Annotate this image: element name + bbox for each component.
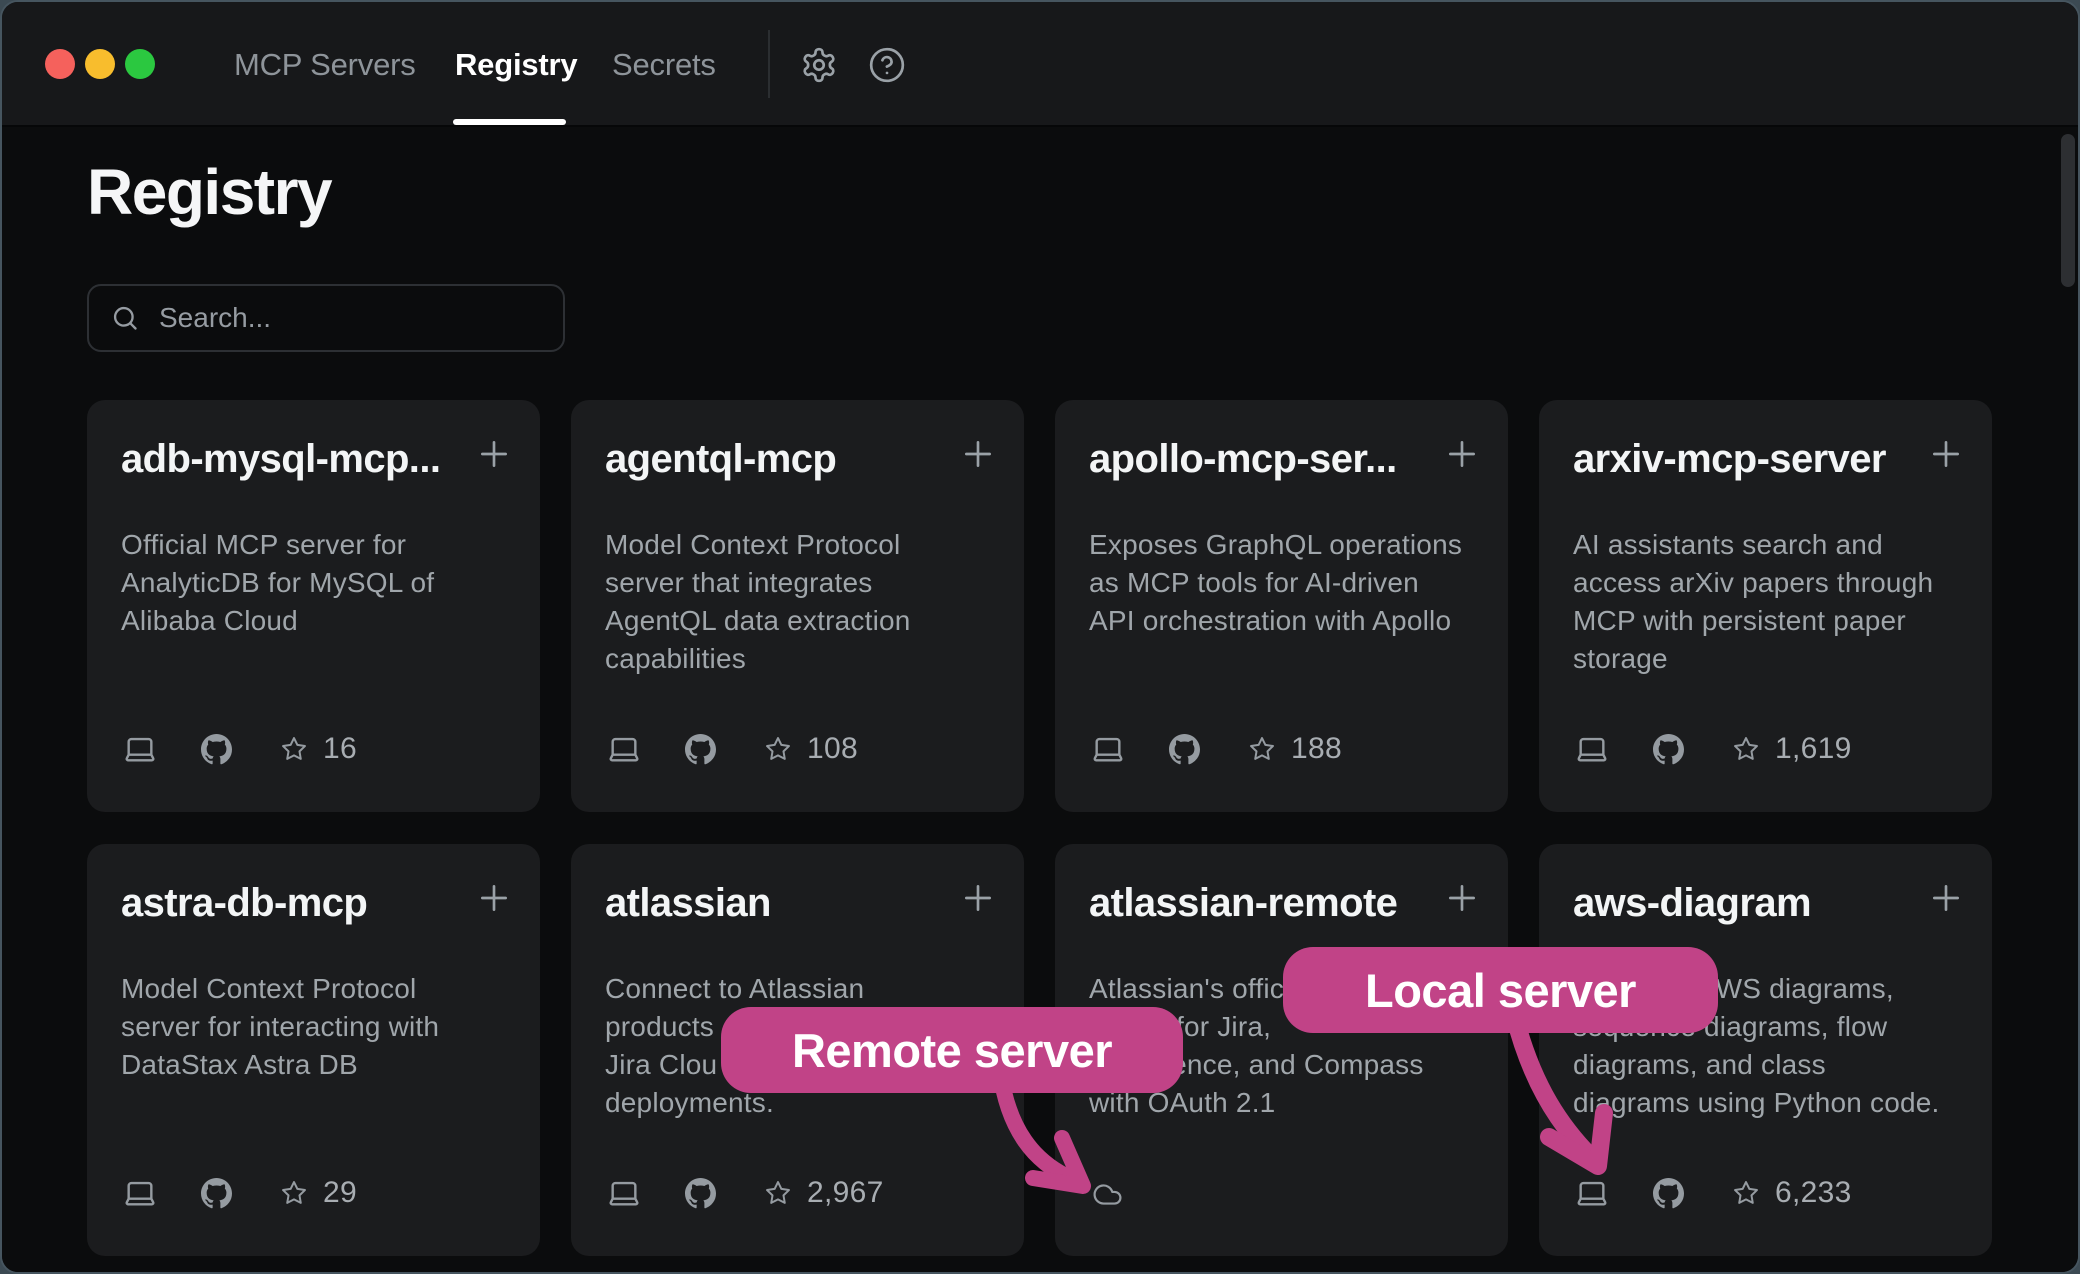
registry-page: Registry adb-mysql-mcp... Official MCP s… xyxy=(2,129,2078,1272)
star-rating: 108 xyxy=(764,732,858,766)
github-icon xyxy=(685,734,716,765)
star-icon xyxy=(764,1179,792,1207)
laptop-icon xyxy=(605,732,643,766)
laptop-icon xyxy=(121,732,159,766)
card-description: Generate AWS diagrams, sequence diagrams… xyxy=(1573,970,1968,1122)
titlebar: MCP Servers Registry Secrets xyxy=(2,2,2078,127)
card-title: atlassian xyxy=(605,880,961,926)
star-icon xyxy=(764,735,792,763)
card-title: apollo-mcp-ser... xyxy=(1089,436,1445,482)
star-icon xyxy=(1732,735,1760,763)
search-icon xyxy=(111,304,139,332)
settings-gear-icon[interactable] xyxy=(800,46,838,84)
laptop-icon xyxy=(1089,732,1127,766)
server-card[interactable]: arxiv-mcp-server AI assistants search an… xyxy=(1539,400,1992,812)
titlebar-divider xyxy=(768,30,770,98)
star-rating: 188 xyxy=(1248,732,1342,766)
star-icon xyxy=(280,735,308,763)
add-server-button[interactable] xyxy=(474,434,514,474)
laptop-icon xyxy=(605,1176,643,1210)
github-icon xyxy=(1653,1178,1684,1209)
search-input[interactable] xyxy=(157,301,537,335)
card-title: atlassian-remote xyxy=(1089,880,1445,926)
add-server-button[interactable] xyxy=(474,878,514,918)
card-description: Official MCP server for AnalyticDB for M… xyxy=(121,526,516,640)
card-description: Connect to Atlassian products Jira Clou … xyxy=(605,970,1000,1122)
card-title: arxiv-mcp-server xyxy=(1573,436,1929,482)
add-server-button[interactable] xyxy=(1442,878,1482,918)
add-server-button[interactable] xyxy=(1442,434,1482,474)
star-count: 188 xyxy=(1291,732,1342,766)
server-card[interactable]: aws-diagram Generate AWS diagrams, seque… xyxy=(1539,844,1992,1256)
add-server-button[interactable] xyxy=(958,878,998,918)
star-count: 108 xyxy=(807,732,858,766)
github-icon xyxy=(1169,734,1200,765)
laptop-icon xyxy=(1573,732,1611,766)
server-card[interactable]: apollo-mcp-ser... Exposes GraphQL operat… xyxy=(1055,400,1508,812)
card-footer xyxy=(1089,1179,1126,1210)
card-grid: adb-mysql-mcp... Official MCP server for… xyxy=(87,400,1992,1256)
star-rating: 29 xyxy=(280,1176,357,1210)
card-footer: 2,967 xyxy=(605,1176,884,1210)
card-title: astra-db-mcp xyxy=(121,880,477,926)
github-icon xyxy=(685,1178,716,1209)
card-description: Atlassian's official MCP server for Jira… xyxy=(1089,970,1484,1122)
card-description: Model Context Protocol server that integ… xyxy=(605,526,1000,678)
star-rating: 2,967 xyxy=(764,1176,884,1210)
card-footer: 6,233 xyxy=(1573,1176,1852,1210)
star-count: 1,619 xyxy=(1775,732,1852,766)
github-icon xyxy=(201,1178,232,1209)
github-icon xyxy=(1653,734,1684,765)
star-count: 16 xyxy=(323,732,357,766)
vertical-scrollbar-thumb[interactable] xyxy=(2061,134,2075,287)
star-count: 29 xyxy=(323,1176,357,1210)
laptop-icon xyxy=(1573,1176,1611,1210)
laptop-icon xyxy=(121,1176,159,1210)
tab-mcp-servers[interactable]: MCP Servers xyxy=(234,2,416,127)
card-footer: 1,619 xyxy=(1573,732,1852,766)
server-card[interactable]: adb-mysql-mcp... Official MCP server for… xyxy=(87,400,540,812)
app-window: MCP Servers Registry Secrets Registry xyxy=(0,0,2080,1274)
card-description: AI assistants search and access arXiv pa… xyxy=(1573,526,1968,678)
tab-registry[interactable]: Registry xyxy=(455,2,577,127)
star-rating: 1,619 xyxy=(1732,732,1852,766)
star-icon xyxy=(1248,735,1276,763)
server-card[interactable]: atlassian Connect to Atlassian products … xyxy=(571,844,1024,1256)
card-title: adb-mysql-mcp... xyxy=(121,436,477,482)
card-footer: 188 xyxy=(1089,732,1342,766)
server-card[interactable]: astra-db-mcp Model Context Protocol serv… xyxy=(87,844,540,1256)
search-box[interactable] xyxy=(87,284,565,352)
server-card[interactable]: atlassian-remote Atlassian's official MC… xyxy=(1055,844,1508,1256)
close-window-button[interactable] xyxy=(45,49,75,79)
card-description: Model Context Protocol server for intera… xyxy=(121,970,516,1084)
star-icon xyxy=(280,1179,308,1207)
card-title: agentql-mcp xyxy=(605,436,961,482)
minimize-window-button[interactable] xyxy=(85,49,115,79)
card-footer: 108 xyxy=(605,732,858,766)
github-icon xyxy=(201,734,232,765)
zoom-window-button[interactable] xyxy=(125,49,155,79)
server-card[interactable]: agentql-mcp Model Context Protocol serve… xyxy=(571,400,1024,812)
star-rating: 6,233 xyxy=(1732,1176,1852,1210)
card-title: aws-diagram xyxy=(1573,880,1929,926)
cloud-icon xyxy=(1089,1179,1126,1210)
add-server-button[interactable] xyxy=(1926,434,1966,474)
star-rating: 16 xyxy=(280,732,357,766)
star-count: 2,967 xyxy=(807,1176,884,1210)
star-icon xyxy=(1732,1179,1760,1207)
card-footer: 16 xyxy=(121,732,357,766)
card-footer: 29 xyxy=(121,1176,357,1210)
page-title: Registry xyxy=(87,155,331,229)
help-icon[interactable] xyxy=(868,46,906,84)
tab-secrets[interactable]: Secrets xyxy=(612,2,716,127)
card-description: Exposes GraphQL operations as MCP tools … xyxy=(1089,526,1484,640)
add-server-button[interactable] xyxy=(1926,878,1966,918)
add-server-button[interactable] xyxy=(958,434,998,474)
star-count: 6,233 xyxy=(1775,1176,1852,1210)
active-tab-underline xyxy=(453,119,566,125)
